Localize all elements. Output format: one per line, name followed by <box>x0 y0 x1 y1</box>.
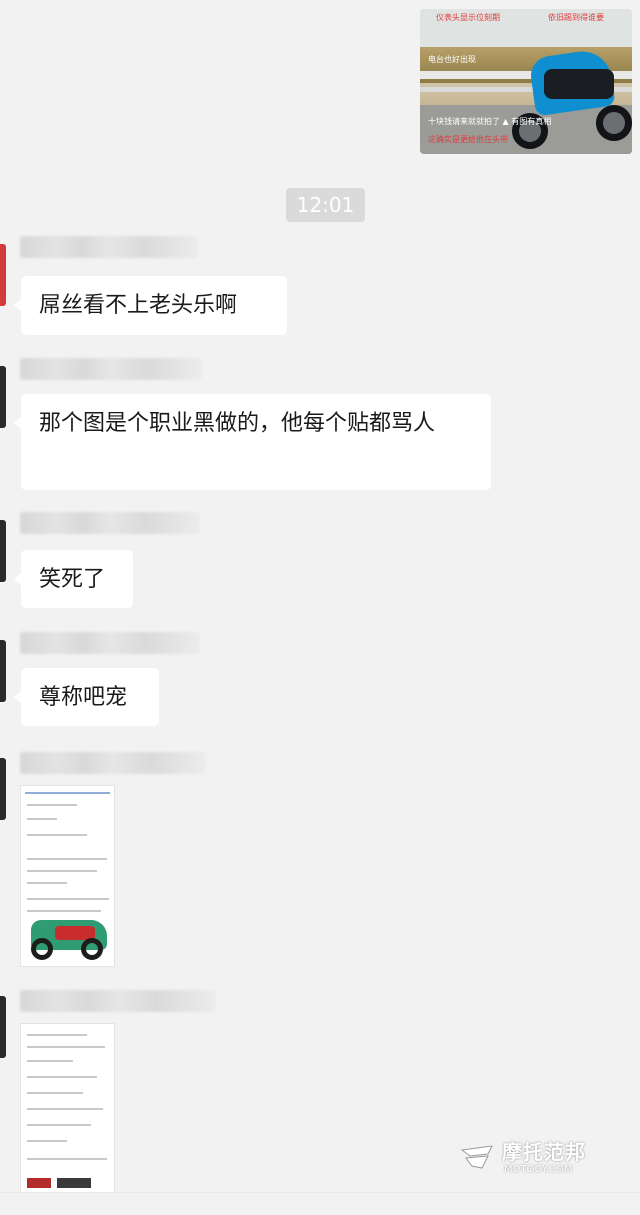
sender-name-blurred <box>20 236 198 258</box>
avatar[interactable] <box>0 996 6 1058</box>
avatar[interactable] <box>0 640 6 702</box>
moto-logo-icon <box>458 1142 496 1172</box>
message-bubble[interactable]: 尊称吧宠 <box>14 668 159 726</box>
avatar[interactable] <box>0 758 6 820</box>
screenshot-line <box>27 1108 103 1110</box>
message-text: 屌丝看不上老头乐啊 <box>39 293 238 318</box>
message-bubble[interactable]: 笑死了 <box>14 550 133 608</box>
screenshot-line <box>27 1076 97 1078</box>
photo-caption: 电台也好出现 <box>428 55 476 64</box>
screenshot-line <box>27 870 97 872</box>
bottom-edge <box>0 1192 640 1215</box>
photo-caption: 这确实是更给他在头带 <box>428 135 508 144</box>
sender-name-blurred <box>20 632 200 654</box>
sender-name-blurred <box>20 512 200 534</box>
image-message-screenshot[interactable] <box>21 1024 114 1192</box>
motorcycle-front-wheel <box>31 938 53 960</box>
screenshot-line <box>27 882 67 884</box>
screenshot-line <box>27 1046 105 1048</box>
watermark-domain: MOTOOY.COM <box>504 1164 573 1175</box>
photo-caption: 十块钱请来就就拍了 ▲ 有图有真相 <box>428 117 552 126</box>
screenshot-line <box>27 834 87 836</box>
screenshot-line <box>27 1124 91 1126</box>
screenshot-line <box>27 1158 107 1160</box>
watermark-name: 摩托范邦 <box>502 1140 586 1164</box>
watermark: 摩托范邦 MOTOOY.COM <box>458 1138 598 1178</box>
avatar[interactable] <box>0 244 6 306</box>
avatar[interactable] <box>0 520 6 582</box>
message-text: 那个图是个职业黑做的，他每个贴都骂人 <box>39 411 436 436</box>
screenshot-line <box>27 804 77 806</box>
screenshot-line <box>27 858 107 860</box>
screenshot-line <box>27 910 101 912</box>
motorcycle-rear-wheel <box>81 938 103 960</box>
sender-name-blurred <box>20 358 202 380</box>
sender-name-blurred <box>20 752 206 774</box>
sent-image-message[interactable]: 仪表头显示位刻期 依旧踢到得谁要 电台也好出现 十块钱请来就就拍了 ▲ 有图有真… <box>420 9 632 154</box>
avatar[interactable] <box>0 366 6 428</box>
screenshot-line <box>27 1060 73 1062</box>
screenshot-line <box>27 898 109 900</box>
motorcycle-rear-wheel <box>596 105 632 141</box>
screenshot-thumb <box>27 1178 51 1188</box>
message-text: 尊称吧宠 <box>39 685 128 710</box>
screenshot-line <box>27 1140 67 1142</box>
message-bubble[interactable]: 那个图是个职业黑做的，他每个贴都骂人 <box>14 394 491 490</box>
screenshot-line <box>27 1092 83 1094</box>
screenshot-line <box>27 818 57 820</box>
screenshot-line <box>27 1034 87 1036</box>
photo-caption: 依旧踢到得谁要 <box>548 13 604 22</box>
message-timestamp: 12:01 <box>286 188 365 222</box>
message-text: 笑死了 <box>39 567 106 592</box>
photo-caption: 仪表头显示位刻期 <box>436 13 500 22</box>
motorcycle-frame <box>544 69 614 99</box>
message-bubble[interactable]: 屌丝看不上老头乐啊 <box>14 276 287 335</box>
image-message-screenshot[interactable] <box>21 786 114 966</box>
sender-name-blurred <box>20 990 216 1012</box>
screenshot-line <box>25 792 110 794</box>
screenshot-thumb <box>57 1178 91 1188</box>
